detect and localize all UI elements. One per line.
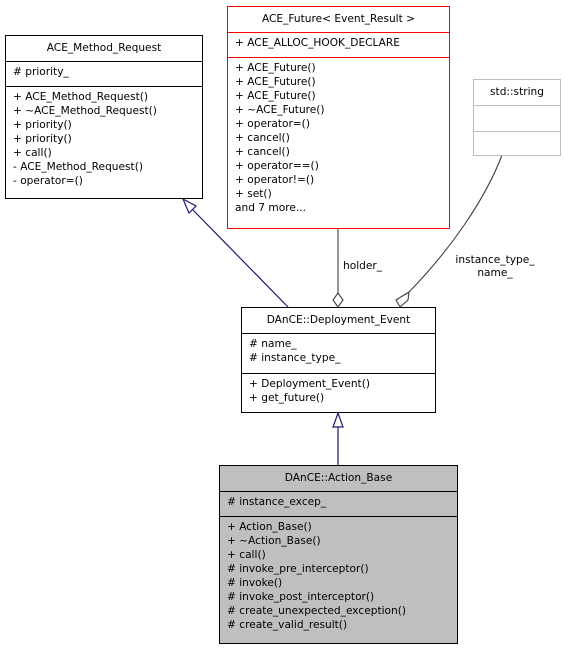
methods-section: + Action_Base() + ~Action_Base() + call(… (220, 517, 457, 632)
method-row: + call() (227, 549, 266, 561)
attributes-section: # instance_excep_ (220, 492, 457, 517)
method-row: # create_unexpected_exception() (227, 605, 406, 617)
method-row: + priority() (13, 119, 72, 131)
method-row: + ACE_Future() (235, 76, 316, 88)
edge-label-name: name_ (477, 267, 513, 279)
method-row: + ACE_Future() (235, 62, 316, 74)
method-row: + operator==() (235, 160, 319, 172)
inheritance-arrow-icon (332, 411, 344, 428)
attribute-row: # priority_ (13, 66, 69, 78)
method-row: + cancel() (235, 132, 290, 144)
aggregation-diamond-icon (332, 292, 344, 308)
method-row: + Deployment_Event() (249, 378, 370, 390)
method-row: + get_future() (249, 392, 325, 404)
attributes-section: # priority_ (6, 62, 202, 87)
method-row: + ~ACE_Method_Request() (13, 105, 157, 117)
methods-section: + ACE_Future() + ACE_Future() + ACE_Futu… (228, 58, 449, 215)
method-row: # invoke() (227, 577, 283, 589)
method-row: + ~ACE_Future() (235, 104, 325, 116)
attribute-row: # instance_excep_ (227, 496, 327, 508)
method-row: - operator=() (13, 175, 83, 187)
method-row: + call() (13, 147, 52, 159)
class-ace-method-request[interactable]: ACE_Method_Request # priority_ + ACE_Met… (5, 35, 203, 199)
attributes-section: + ACE_ALLOC_HOOK_DECLARE (228, 33, 449, 58)
attributes-section (474, 106, 560, 132)
class-std-string[interactable]: std::string (473, 79, 561, 156)
edge-action-base-to-deployment-event (332, 411, 344, 465)
method-row: + operator=() (235, 118, 310, 130)
class-title: ACE_Future< Event_Result > (228, 7, 449, 33)
attribute-row: + ACE_ALLOC_HOOK_DECLARE (235, 37, 400, 49)
methods-section: + ACE_Method_Request() + ~ACE_Method_Req… (6, 87, 202, 188)
method-row: + Action_Base() (227, 521, 312, 533)
method-row: # create_valid_result() (227, 619, 348, 631)
class-ace-future[interactable]: ACE_Future< Event_Result > + ACE_ALLOC_H… (227, 6, 450, 229)
class-title: DAnCE::Action_Base (220, 466, 457, 492)
more-members-link[interactable]: and 7 more... (235, 201, 449, 215)
method-row: + set() (235, 188, 272, 200)
methods-section: + Deployment_Event() + get_future() (242, 374, 435, 405)
edge-label-holder: holder_ (343, 260, 383, 272)
methods-section (474, 132, 560, 156)
method-row: + operator!=() (235, 174, 315, 186)
attribute-row: # instance_type_ (249, 352, 341, 364)
edge-label-instance-type: instance_type_ (455, 254, 535, 266)
edge-label-string: instance_type_ name_ (440, 254, 550, 280)
class-title: std::string (474, 80, 560, 106)
class-title: DAnCE::Deployment_Event (242, 308, 435, 334)
method-row: + ~Action_Base() (227, 535, 321, 547)
class-title: ACE_Method_Request (6, 36, 202, 62)
attribute-row: # name_ (249, 338, 297, 350)
class-deployment-event[interactable]: DAnCE::Deployment_Event # name_ # instan… (241, 307, 436, 413)
method-row: - ACE_Method_Request() (13, 161, 143, 173)
method-row: + ACE_Future() (235, 90, 316, 102)
method-row: + cancel() (235, 146, 290, 158)
method-row: # invoke_post_interceptor() (227, 591, 375, 603)
method-row: + ACE_Method_Request() (13, 91, 149, 103)
class-action-base: DAnCE::Action_Base # instance_excep_ + A… (219, 465, 458, 644)
aggregation-diamond-icon (395, 290, 410, 308)
method-row: # invoke_pre_interceptor() (227, 563, 369, 575)
method-row: + priority() (13, 133, 72, 145)
edge-holder-aggregation (332, 228, 344, 308)
attributes-section: # name_ # instance_type_ (242, 334, 435, 374)
